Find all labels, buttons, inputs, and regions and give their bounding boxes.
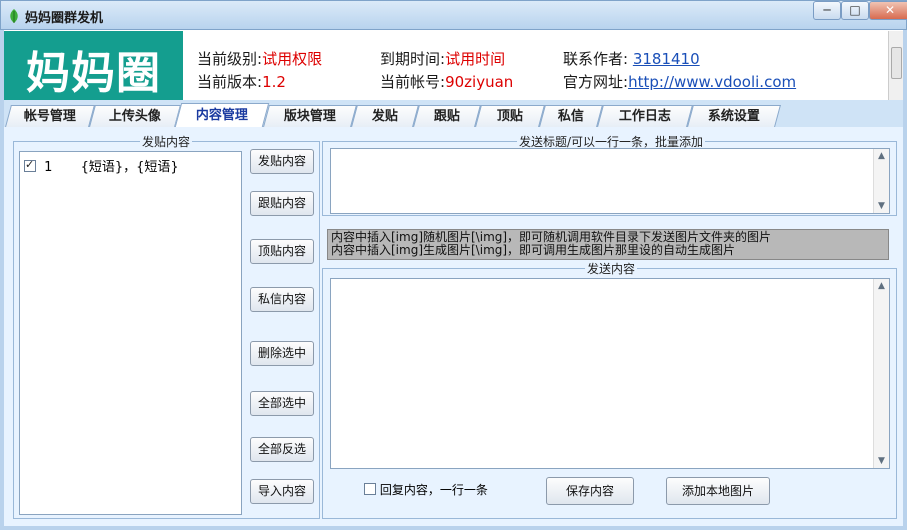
close-button[interactable]: ✕ <box>869 1 907 20</box>
tab-sections[interactable]: 版块管理 <box>263 105 357 127</box>
item-checkbox[interactable] <box>24 158 36 172</box>
content-input[interactable]: ▲ ▼ <box>330 278 890 469</box>
account-value: 90ziyuan <box>445 73 514 91</box>
scroll-down-icon[interactable]: ▼ <box>874 454 889 468</box>
tab-worklog[interactable]: 工作日志 <box>597 105 693 127</box>
reply-mode-label: 回复内容，一行一条 <box>379 483 488 497</box>
window-frame-bottom <box>0 526 907 530</box>
scroll-down-icon[interactable]: ▼ <box>874 199 889 213</box>
tab-upload-avatar[interactable]: 上传头像 <box>89 105 181 127</box>
expire-info: 到期时间:试用时间 <box>380 48 505 69</box>
hint-line-2: 内容中插入[img]生成图片[\img]，即可调用生成图片那里设的自动生成图片 <box>331 243 736 257</box>
app-leaf-icon <box>10 9 18 23</box>
tab-reply[interactable]: 跟贴 <box>413 105 481 127</box>
tab-account[interactable]: 帐号管理 <box>5 105 95 127</box>
logo: 妈妈圈 <box>4 31 183 100</box>
version-label: 当前版本: <box>197 73 263 91</box>
tab-pm[interactable]: 私信 <box>539 105 603 127</box>
invert-selection-button[interactable]: 全部反选 <box>250 437 314 462</box>
item-text: {短语}，{短语} <box>80 160 179 175</box>
website-info: 官方网址:http://www.vdooli.com <box>563 71 796 92</box>
item-index: 1 <box>44 160 53 175</box>
expire-value: 试用时间 <box>445 50 506 68</box>
save-content-button[interactable]: 保存内容 <box>546 477 634 505</box>
select-all-button[interactable]: 全部选中 <box>250 391 314 416</box>
title-scrollbar[interactable]: ▲ ▼ <box>873 149 889 213</box>
tab-bump[interactable]: 顶贴 <box>475 105 545 127</box>
level-value: 试用权限 <box>262 50 323 68</box>
scroll-up-icon[interactable]: ▲ <box>874 149 889 163</box>
account-info: 当前帐号:90ziyuan <box>380 71 513 92</box>
scroll-up-icon[interactable]: ▲ <box>874 279 889 293</box>
pm-content-button[interactable]: 私信内容 <box>250 287 314 312</box>
logo-text: 妈妈圈 <box>26 48 161 99</box>
level-label: 当前级别: <box>197 50 263 68</box>
version-info: 当前版本:1.2 <box>197 71 286 92</box>
title-bar: 妈妈圈群发机 <box>0 0 907 30</box>
tab-post[interactable]: 发贴 <box>351 105 419 127</box>
contact-link[interactable]: 3181410 <box>633 50 700 68</box>
content-list[interactable]: 1 {短语}，{短语} <box>19 151 242 515</box>
tab-settings[interactable]: 系统设置 <box>687 105 781 127</box>
account-info-panel: 当前级别:试用权限 到期时间:试用时间 联系作者: 3181410 当前版本:1… <box>183 31 888 100</box>
send-content-label: 发送内容 <box>585 260 638 277</box>
level-info: 当前级别:试用权限 <box>197 48 322 69</box>
expire-label: 到期时间: <box>380 50 446 68</box>
scrollbar-thumb[interactable] <box>891 47 902 79</box>
website-label: 官方网址: <box>563 73 629 91</box>
content-scrollbar[interactable]: ▲ ▼ <box>873 279 889 468</box>
minimize-button[interactable]: ─ <box>813 1 841 20</box>
website-link[interactable]: http://www.vdooli.com <box>628 73 796 91</box>
delete-selected-button[interactable]: 删除选中 <box>250 341 314 366</box>
import-content-button[interactable]: 导入内容 <box>250 479 314 504</box>
contact-info: 联系作者: 3181410 <box>563 48 700 69</box>
reply-content-button[interactable]: 跟贴内容 <box>250 191 314 216</box>
contact-label: 联系作者: <box>563 50 629 68</box>
img-insert-hint: 内容中插入[img]随机图片[\img]，即可随机调用软件目录下发送图片文件夹的… <box>327 229 889 260</box>
version-value: 1.2 <box>262 73 286 91</box>
list-item[interactable]: 1 {短语}，{短语} <box>24 156 179 175</box>
reply-mode-checkbox[interactable] <box>364 483 376 495</box>
add-local-image-button[interactable]: 添加本地图片 <box>666 477 770 505</box>
bump-content-button[interactable]: 顶贴内容 <box>250 239 314 264</box>
window-frame-right <box>903 30 907 530</box>
title-input[interactable]: ▲ ▼ <box>330 148 890 214</box>
tab-content[interactable]: 内容管理 <box>174 103 270 127</box>
post-content-title: 发贴内容 <box>140 133 193 150</box>
header-scrollbar[interactable] <box>888 31 903 100</box>
window-title: 妈妈圈群发机 <box>25 11 104 26</box>
post-content-button[interactable]: 发贴内容 <box>250 149 314 174</box>
reply-mode-option[interactable]: 回复内容，一行一条 <box>364 481 488 498</box>
maximize-button[interactable]: □ <box>841 1 869 20</box>
account-label: 当前帐号: <box>380 73 446 91</box>
